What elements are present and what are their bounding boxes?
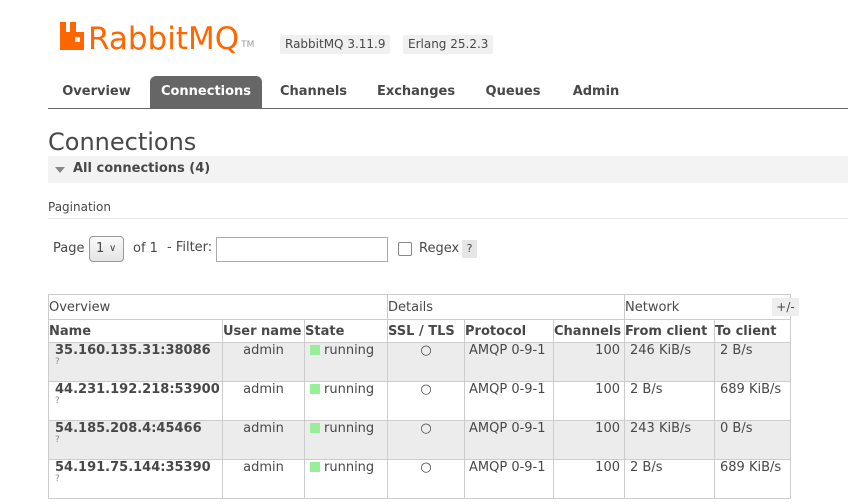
regex-label: Regex (419, 241, 460, 256)
connection-help[interactable]: ? (55, 474, 222, 484)
rabbitmq-version: RabbitMQ 3.11.9 (280, 35, 391, 54)
filter-label: - Filter: (167, 240, 213, 255)
user-name: admin (222, 381, 305, 421)
connection-name-link[interactable]: 35.160.135.31:38086 (55, 343, 222, 358)
col-header-ssl-tls[interactable]: SSL / TLS (387, 319, 465, 343)
to-client-rate: 0 B/s (714, 420, 791, 460)
connection-name-link[interactable]: 44.231.192.218:53900 (55, 382, 222, 397)
rabbit-logo-icon (60, 22, 84, 50)
tab-exchanges[interactable]: Exchanges (366, 76, 466, 108)
tab-admin[interactable]: Admin (560, 76, 632, 108)
state-running-icon (310, 462, 320, 472)
state-label: running (324, 343, 375, 358)
rabbitmq-logo[interactable]: RabbitMQ TM (60, 16, 254, 56)
main-nav-tabs: Overview Connections Channels Exchanges … (48, 76, 848, 109)
pagination-divider (48, 218, 848, 219)
connection-name-link[interactable]: 54.185.208.4:45466 (55, 421, 222, 436)
col-header-user-name[interactable]: User name (222, 319, 305, 343)
logo-text: RabbitMQ (88, 21, 240, 57)
channels-count: 100 (553, 420, 625, 460)
column-toggle-button[interactable]: +/- (772, 298, 799, 316)
from-client-rate: 2 B/s (624, 381, 715, 421)
filter-row: Page 1 ∨ of 1 - Filter: Regex ? (53, 236, 848, 262)
tab-queues[interactable]: Queues (473, 76, 553, 108)
protocol: AMQP 0-9-1 (464, 342, 554, 382)
filter-input[interactable] (216, 237, 388, 262)
header: RabbitMQ TM RabbitMQ 3.11.9 Erlang 25.2.… (0, 0, 848, 76)
protocol: AMQP 0-9-1 (464, 459, 554, 499)
ssl-tls: ○ (387, 420, 465, 460)
channels-count: 100 (553, 459, 625, 499)
connection-name-link[interactable]: 54.191.75.144:35390 (55, 460, 222, 475)
state-label: running (324, 382, 375, 397)
state-cell: running (304, 459, 388, 499)
col-header-protocol[interactable]: Protocol (464, 319, 554, 343)
state-cell: running (304, 381, 388, 421)
channels-count: 100 (553, 342, 625, 382)
col-header-to-client[interactable]: To client (714, 319, 791, 343)
user-name: admin (222, 342, 305, 382)
user-name: admin (222, 459, 305, 499)
to-client-rate: 2 B/s (714, 342, 791, 382)
state-label: running (324, 421, 375, 436)
page-label: Page (53, 241, 85, 256)
logo-trademark: TM (241, 40, 255, 50)
collapse-triangle-icon (55, 167, 65, 173)
connection-help[interactable]: ? (55, 357, 222, 367)
col-header-channels[interactable]: Channels (553, 319, 625, 343)
col-header-state[interactable]: State (304, 319, 388, 343)
table-row: 35.160.135.31:38086? admin running ○ AMQ… (48, 342, 791, 382)
connection-help[interactable]: ? (55, 396, 222, 406)
state-label: running (324, 460, 375, 475)
protocol: AMQP 0-9-1 (464, 381, 554, 421)
from-client-rate: 246 KiB/s (624, 342, 715, 382)
pagination-label: Pagination (48, 200, 111, 214)
page-select-value: 1 (96, 241, 105, 256)
connection-help[interactable]: ? (55, 435, 222, 445)
to-client-rate: 689 KiB/s (714, 381, 791, 421)
all-connections-toggle[interactable]: All connections (4) (48, 156, 848, 183)
ssl-tls: ○ (387, 342, 465, 382)
tab-overview[interactable]: Overview (48, 76, 145, 108)
state-running-icon (310, 345, 320, 355)
col-header-name[interactable]: Name (48, 319, 223, 343)
protocol: AMQP 0-9-1 (464, 420, 554, 460)
erlang-version: Erlang 25.2.3 (403, 35, 494, 54)
group-header-overview: Overview (48, 294, 388, 320)
regex-help-button[interactable]: ? (462, 240, 477, 258)
table-row: 44.231.192.218:53900? admin running ○ AM… (48, 381, 791, 421)
group-header-details: Details (387, 294, 625, 320)
page-select[interactable]: 1 ∨ (89, 236, 124, 262)
state-running-icon (310, 423, 320, 433)
tab-channels[interactable]: Channels (267, 76, 360, 108)
regex-checkbox[interactable] (398, 242, 412, 256)
ssl-tls: ○ (387, 459, 465, 499)
channels-count: 100 (553, 381, 625, 421)
table-row: 54.191.75.144:35390? admin running ○ AMQ… (48, 459, 791, 499)
connections-table: Overview Details Network Name User name … (48, 294, 791, 499)
from-client-rate: 2 B/s (624, 459, 715, 499)
page-title: Connections (48, 128, 197, 156)
table-row: 54.185.208.4:45466? admin running ○ AMQP… (48, 420, 791, 460)
chevron-down-icon: ∨ (109, 243, 117, 254)
state-cell: running (304, 420, 388, 460)
tab-connections[interactable]: Connections (150, 76, 262, 108)
col-header-from-client[interactable]: From client (624, 319, 715, 343)
state-cell: running (304, 342, 388, 382)
state-running-icon (310, 384, 320, 394)
from-client-rate: 243 KiB/s (624, 420, 715, 460)
section-label: All connections (4) (73, 161, 211, 176)
to-client-rate: 689 KiB/s (714, 459, 791, 499)
ssl-tls: ○ (387, 381, 465, 421)
page-count: of 1 (133, 241, 158, 256)
user-name: admin (222, 420, 305, 460)
group-header-network: Network (624, 294, 791, 320)
